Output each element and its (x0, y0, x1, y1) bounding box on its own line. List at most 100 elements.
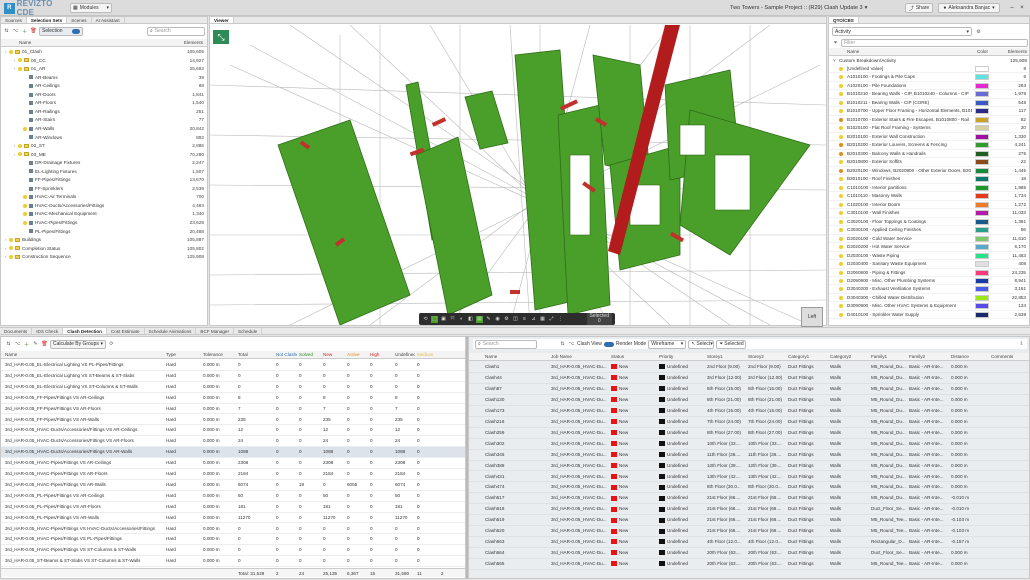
column-header[interactable]: Name (5, 351, 164, 359)
selection-set-row[interactable]: HVAC-Pipes/Fittings 23,628 (1, 219, 208, 228)
column-header[interactable]: Family2 (909, 353, 949, 361)
color-swatch[interactable] (975, 133, 989, 140)
filter-icon[interactable]: ⌥ (12, 28, 19, 35)
color-swatch[interactable] (975, 184, 989, 191)
close-icon[interactable]: × (1018, 3, 1026, 13)
activity-row[interactable]: D2090900 - Misc. Other Plumbing Systems 8… (829, 277, 1028, 286)
sort-icon[interactable]: ⇅ (3, 28, 10, 35)
column-header[interactable]: Job Name (551, 353, 609, 361)
clash-job-row[interactable]: 3rd_HAR-0.05_HVAC-Ducts/Accessories/Fitt… (1, 425, 465, 437)
activity-row[interactable]: B2010100 - Exterior Wall Construction 1,3… (829, 133, 1028, 142)
clash-result-row[interactable]: Clash44 3rd_HAR-0.05_HVAC-Du... New Undefin… (469, 373, 1029, 384)
tab-ai-assistant[interactable]: AI Assistant (92, 17, 125, 23)
right-search-input[interactable]: Filter (841, 38, 1028, 47)
clash-result-row[interactable]: Clash87 3rd_HAR-0.05_HVAC-Du... New Undefin… (469, 384, 1029, 395)
visibility-dot-icon[interactable] (23, 220, 27, 225)
color-swatch[interactable] (975, 218, 989, 225)
column-header[interactable]: Category1 (788, 353, 828, 361)
clash-result-row[interactable]: Clash1 3rd_HAR-0.05_HVAC-Du... New Undefine… (469, 362, 1029, 373)
minimize-icon[interactable]: – (1008, 3, 1016, 13)
color-swatch[interactable] (975, 269, 989, 276)
visibility-dot-icon[interactable] (839, 202, 843, 207)
column-header[interactable]: Storey2 (748, 353, 786, 361)
visibility-dot-icon[interactable] (18, 58, 22, 63)
clash-result-row[interactable]: Clash216 3rd_HAR-0.05_HVAC-Du... New Undefi… (469, 417, 1029, 428)
color-swatch[interactable] (975, 142, 989, 149)
fullscreen-icon[interactable]: ⤢ (548, 316, 555, 323)
visibility-dot-icon[interactable] (839, 83, 843, 88)
visibility-dot-icon[interactable] (839, 194, 843, 199)
activity-row[interactable]: C1010110 - Masonry Walls 1,734 (829, 192, 1028, 201)
activity-row[interactable]: B2020100 - Windows, B2020900 - Other Ext… (829, 167, 1028, 176)
visibility-dot-icon[interactable] (839, 160, 843, 165)
activity-row[interactable]: B3010100 - Roof Finishes 18 (829, 175, 1028, 184)
selection-set-row[interactable]: HVAC-Ducts/Accessories/Fittings 4,483 (1, 202, 208, 211)
col-color-header[interactable]: Color (977, 48, 988, 56)
color-swatch[interactable] (975, 159, 989, 166)
visibility-dot-icon[interactable] (839, 279, 843, 283)
visibility-dot-icon[interactable] (839, 134, 843, 139)
selection-set-row[interactable]: AR-Floors 1,540 (1, 99, 208, 108)
clash-job-row[interactable]: 3rd_HAR-0.05_PL-Pipes/Fittings VS AR-Flo… (1, 502, 465, 513)
add-icon[interactable]: ＋ (23, 341, 30, 348)
hide-icon[interactable]: ◐ (458, 316, 465, 323)
tab-cost-estimate[interactable]: Cost Estimate (107, 328, 145, 334)
selection-set-row[interactable]: › 01_AR 25,692 (1, 65, 208, 74)
selection-set-row[interactable]: AR-Stairs 77 (1, 116, 208, 125)
more-icon[interactable]: ⋮ (557, 316, 564, 323)
selection-set-row[interactable]: DR-Drainage Fixtures 2,247 (1, 159, 208, 168)
color-swatch[interactable] (975, 227, 989, 234)
export-icon[interactable]: ⇩ (1018, 341, 1025, 348)
column-header[interactable]: Comments (991, 353, 1027, 361)
activity-row[interactable]: D2030400 - Sanitary Waste Equipment 408 (829, 260, 1028, 269)
edit-icon[interactable]: ✎ (32, 341, 39, 348)
visibility-dot-icon[interactable] (839, 92, 843, 97)
color-swatch[interactable] (975, 150, 989, 157)
color-swatch[interactable] (975, 210, 989, 217)
left-search-input[interactable]: ⌕ Search (147, 26, 205, 36)
tab-selection-sets[interactable]: Selection Sets (26, 17, 68, 23)
add-icon[interactable]: ＋ (21, 28, 28, 35)
filter-icon[interactable]: ⌥ (568, 341, 575, 348)
activity-row[interactable]: D2020100 - Cold Water Service 11,610 (829, 235, 1028, 244)
isolate-icon[interactable]: ◧ (467, 316, 474, 323)
color-swatch[interactable] (975, 235, 989, 242)
clash-result-row[interactable]: Clash517 3rd_HAR-0.05_HVAC-Du... New Undefi… (469, 493, 1029, 505)
clash-job-row[interactable]: 3rd_HAR-0.05_HVAC-Ducts/Accessories/Fitt… (1, 447, 465, 459)
clash-result-row[interactable]: Clash130 3rd_HAR-0.05_HVAC-Du... New Undefi… (469, 395, 1029, 406)
select-dropdown[interactable]: ↖ Select ▾ (688, 339, 715, 349)
clash-view-icon[interactable]: ▤ (476, 315, 483, 323)
calculate-by-groups-button[interactable]: Calculate By Groups ▾ (50, 339, 106, 349)
selection-set-row[interactable]: › Completion Status 105,802 (1, 245, 208, 254)
clash-result-row[interactable]: Clash563 3rd_HAR-0.05_HVAC-Du... New Undefi… (469, 537, 1029, 549)
breakdown-root-row[interactable]: ˅ Custom Breakdown/Activity 125,908 (829, 57, 1029, 65)
visibility-dot-icon[interactable] (839, 126, 843, 131)
column-header[interactable]: Undefined (395, 351, 415, 359)
color-swatch[interactable] (975, 176, 989, 183)
activity-row[interactable]: B1010700 - Upper Floor Framing - Horizon… (829, 107, 1028, 116)
visibility-dot-icon[interactable] (839, 304, 843, 309)
activity-row[interactable]: B2010300 - Balcony Walls & Handrails 275 (829, 150, 1028, 159)
visibility-dot-icon[interactable] (839, 177, 843, 182)
clash-job-row[interactable]: 3rd_HAR-0.05_HVAC-Pipes/Fittings VS AR-C… (1, 458, 465, 469)
activity-row[interactable]: C3020100 - Floor Toppings & Coatings 1,38… (829, 218, 1028, 227)
visibility-dot-icon[interactable] (23, 195, 27, 200)
clash-result-row[interactable]: Clash519 3rd_HAR-0.05_HVAC-Du... New Undefi… (469, 515, 1029, 527)
color-swatch[interactable] (975, 167, 989, 174)
delete-icon[interactable]: 🗑 (41, 341, 48, 348)
column-header[interactable]: Not Clashed (276, 351, 297, 359)
activity-row[interactable]: B1010211 - Bearing Walls - CIP (CORE) 548 (829, 99, 1028, 108)
clash-job-row[interactable]: 3rd_HAR-0.05_HVAC-Pipes/Fittings VS PL-P… (1, 534, 465, 546)
clash-view-toggle[interactable] (603, 341, 614, 347)
visibility-dot-icon[interactable] (9, 49, 13, 54)
column-header[interactable]: Medium (417, 351, 463, 359)
selected-filter-button[interactable]: ⏷ Selected (716, 339, 747, 349)
view-cube[interactable]: Left (801, 307, 823, 327)
app-logo[interactable]: R REVIZTO CDE (4, 0, 66, 17)
activity-row[interactable]: C1020100 - Interior Doors 1,272 (829, 201, 1028, 210)
visibility-dot-icon[interactable] (839, 236, 843, 241)
column-header[interactable]: Name (485, 353, 549, 361)
color-swatch[interactable] (975, 201, 989, 208)
color-swatch[interactable] (975, 99, 989, 106)
visibility-dot-icon[interactable] (839, 270, 843, 275)
